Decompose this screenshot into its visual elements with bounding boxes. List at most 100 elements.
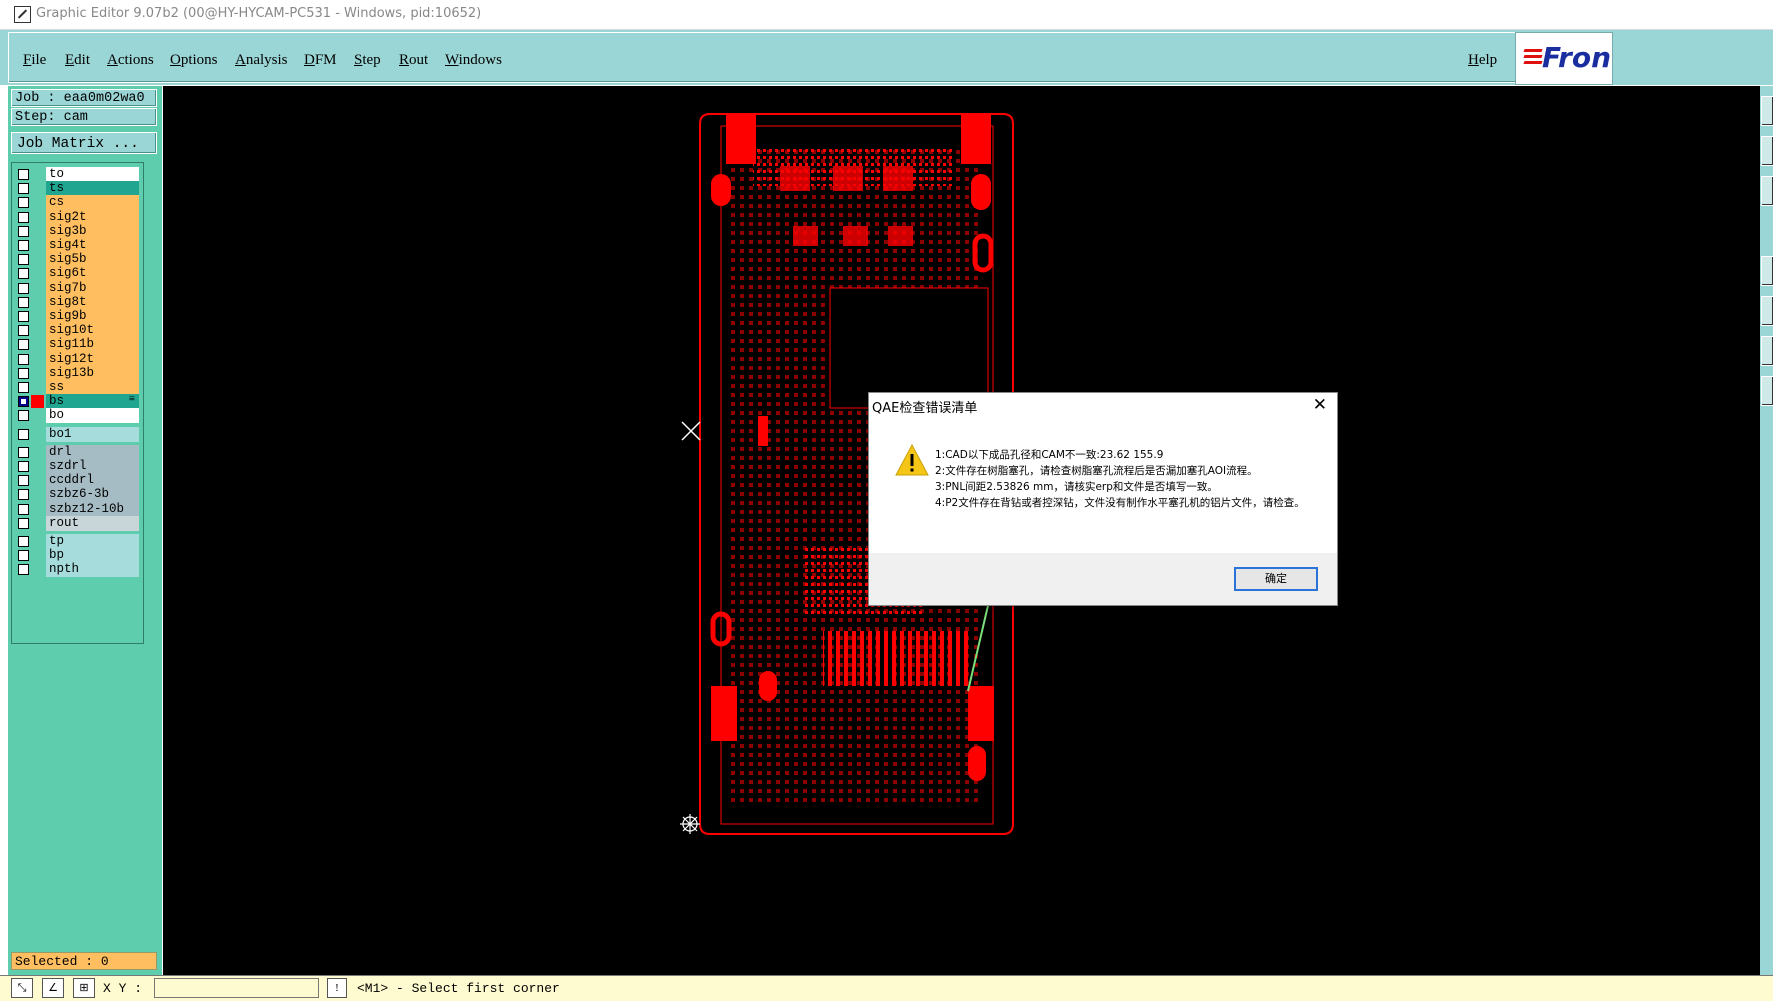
layer-name[interactable]: sig11b [46, 337, 139, 353]
layer-row-sig3b[interactable]: sig3b [16, 223, 139, 239]
layer-name[interactable]: npth [46, 562, 139, 578]
right-tool-3[interactable] [1761, 176, 1773, 206]
layer-name[interactable]: bo1 [46, 426, 139, 442]
menu-options[interactable]: Options [170, 52, 218, 69]
layer-row-sig6t[interactable]: sig6t [16, 266, 139, 282]
zoom-area-icon[interactable]: ⤡ [11, 978, 33, 998]
right-tool-2[interactable] [1761, 136, 1773, 166]
layer-checkbox[interactable] [18, 211, 29, 223]
layer-checkbox[interactable] [18, 446, 29, 458]
layer-checkbox[interactable] [18, 475, 29, 487]
layer-checkbox[interactable] [18, 550, 29, 562]
menu-analysis[interactable]: Analysis [235, 52, 288, 69]
layer-checkbox[interactable] [18, 240, 29, 251]
layer-name[interactable]: szdrl [46, 459, 139, 474]
job-matrix-button[interactable]: Job Matrix ... [11, 132, 157, 154]
layer-row-cs[interactable]: cs [16, 195, 139, 211]
menu-windows[interactable]: Windows [445, 52, 502, 69]
layer-checkbox[interactable] [18, 410, 29, 422]
layer-row-szbz6-3b[interactable]: szbz6-3b [16, 487, 139, 503]
layer-name[interactable]: sig13b [46, 365, 139, 381]
layer-checkbox[interactable] [18, 503, 29, 515]
layer-name[interactable]: sig8t [46, 294, 139, 310]
right-tool-1[interactable] [1761, 96, 1773, 126]
layer-name[interactable]: bo [46, 408, 139, 424]
layer-checkbox[interactable] [18, 268, 29, 280]
layer-row-ccddrl[interactable]: ccddrl [16, 473, 139, 489]
layer-name[interactable]: sig10t [46, 323, 139, 339]
layer-checkbox[interactable] [18, 461, 29, 472]
xy-input[interactable] [154, 978, 319, 998]
layer-checkbox[interactable] [18, 296, 29, 308]
layer-row-bp[interactable]: bp [16, 548, 139, 564]
layer-checkbox[interactable] [18, 367, 29, 379]
layer-row-sig13b[interactable]: sig13b [16, 365, 139, 381]
layer-name[interactable]: bp [46, 548, 139, 564]
layer-checkbox[interactable] [18, 353, 29, 365]
layer-row-sig9b[interactable]: sig9b [16, 309, 139, 324]
layer-name[interactable]: sig3b [46, 223, 139, 239]
layer-name[interactable]: sig4t [46, 238, 139, 253]
layer-name[interactable]: rout [46, 515, 139, 531]
layer-row-sig8t[interactable]: sig8t [16, 294, 139, 310]
layer-row-sig4t[interactable]: sig4t [16, 238, 139, 253]
layer-name[interactable]: sig12t [46, 351, 139, 367]
layer-checkbox[interactable] [18, 382, 29, 393]
layer-row-sig12t[interactable]: sig12t [16, 351, 139, 367]
layer-checkbox[interactable] [18, 325, 29, 337]
layer-name[interactable]: to [46, 167, 139, 182]
layer-checkbox[interactable] [18, 517, 29, 529]
layer-row-npth[interactable]: npth [16, 562, 139, 578]
menu-rout[interactable]: Rout [399, 52, 428, 69]
menu-edit[interactable]: Edit [65, 52, 90, 69]
layer-row-bs[interactable]: bs ≡ [16, 393, 139, 410]
layer-checkbox[interactable] [18, 225, 29, 237]
layer-row-sig11b[interactable]: sig11b [16, 337, 139, 353]
layer-row-sig2t[interactable]: sig2t [16, 209, 139, 225]
grid-snap-icon[interactable]: ⊞ [73, 978, 95, 998]
layer-name[interactable]: sig9b [46, 309, 139, 324]
menu-actions[interactable]: Actions [107, 52, 154, 69]
layer-row-bo1[interactable]: bo1 [16, 426, 139, 442]
layer-name[interactable]: cs [46, 195, 139, 211]
layer-name[interactable]: sig7b [46, 280, 139, 296]
layer-checkbox[interactable] [18, 183, 29, 195]
layer-row-sig10t[interactable]: sig10t [16, 323, 139, 339]
layer-checkbox[interactable] [18, 564, 29, 576]
layer-row-tp[interactable]: tp [16, 534, 139, 549]
ok-button[interactable]: 确定 [1234, 567, 1318, 591]
right-tool-6[interactable] [1761, 336, 1773, 366]
layer-name[interactable]: sig2t [46, 209, 139, 225]
close-icon[interactable]: ✕ [1313, 395, 1327, 415]
layer-menu-icon[interactable]: ≡ [129, 393, 135, 405]
layer-name[interactable]: sig5b [46, 252, 139, 268]
layer-row-sig7b[interactable]: sig7b [16, 280, 139, 296]
layer-row-szbz12-10b[interactable]: szbz12-10b [16, 501, 139, 517]
layer-name[interactable]: ss [46, 380, 139, 395]
info-icon[interactable]: ! [327, 978, 347, 998]
right-tool-7[interactable] [1761, 376, 1773, 406]
layer-checkbox[interactable] [18, 428, 29, 440]
layer-checkbox[interactable] [18, 254, 29, 266]
layer-checkbox[interactable] [18, 536, 29, 547]
layer-row-ts[interactable]: ts [16, 181, 139, 197]
layer-checkbox[interactable] [18, 489, 29, 501]
layer-name[interactable]: sig6t [46, 266, 139, 282]
layer-row-to[interactable]: to [16, 167, 139, 182]
layer-row-rout[interactable]: rout [16, 515, 139, 531]
layer-name[interactable]: ccddrl [46, 473, 139, 489]
layer-name[interactable]: ts [46, 181, 139, 197]
layer-name[interactable]: bs [46, 394, 139, 410]
right-tool-4[interactable] [1761, 256, 1773, 286]
layer-row-sig5b[interactable]: sig5b [16, 252, 139, 268]
layer-checkbox[interactable] [18, 396, 29, 408]
layer-name[interactable]: drl [46, 444, 139, 460]
layer-name[interactable]: szbz6-3b [46, 487, 139, 503]
layer-name[interactable]: szbz12-10b [46, 501, 139, 517]
measure-icon[interactable]: ∠ [42, 978, 64, 998]
layer-name[interactable]: tp [46, 534, 139, 549]
layer-row-szdrl[interactable]: szdrl [16, 459, 139, 474]
layer-checkbox[interactable] [18, 169, 29, 180]
layer-row-ss[interactable]: ss [16, 380, 139, 395]
menu-dfm[interactable]: DFM [304, 52, 337, 69]
